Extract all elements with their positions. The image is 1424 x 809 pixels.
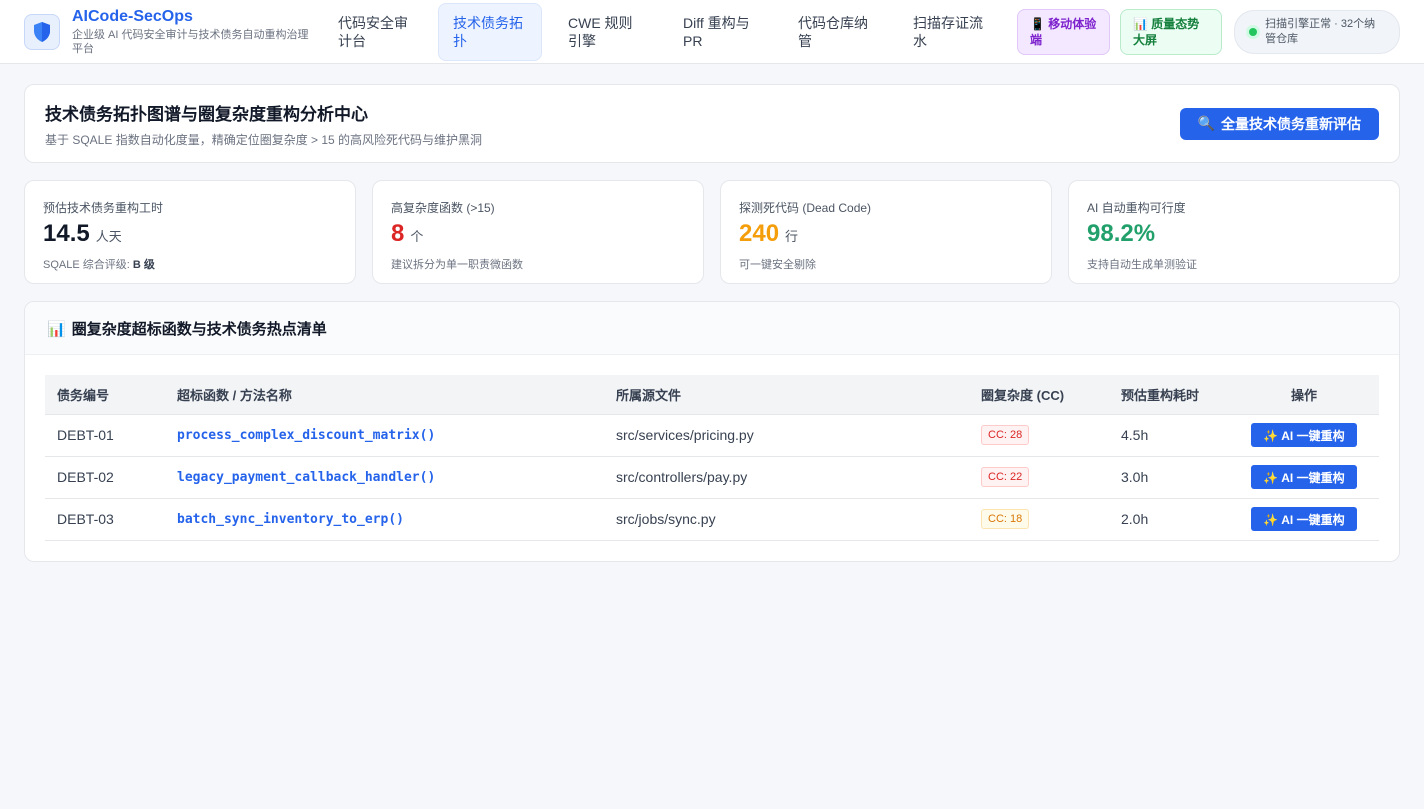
status-dot-icon bbox=[1249, 27, 1258, 36]
stat-card-dead-code: 探测死代码 (Dead Code) 240 行 可一键安全剔除 bbox=[720, 180, 1052, 284]
table-row: DEBT-03 batch_sync_inventory_to_erp() sr… bbox=[45, 498, 1379, 541]
col-debt-id: 债务编号 bbox=[45, 375, 165, 415]
stat-value: 98.2% bbox=[1087, 220, 1156, 247]
re-evaluate-debt-button[interactable]: 🔍 全量技术债务重新评估 bbox=[1179, 107, 1379, 140]
cc-badge: CC: 28 bbox=[981, 425, 1030, 445]
stat-note-text: SQALE 综合评级: bbox=[43, 259, 133, 271]
ai-refactor-button[interactable]: ✨ AI 一键重构 bbox=[1251, 423, 1357, 447]
estimated-time: 3.0h bbox=[1109, 456, 1229, 499]
stat-card-refactor-effort: 预估技术债务重构工时 14.5 人天 SQALE 综合评级: B 级 bbox=[24, 180, 356, 284]
stat-unit: 人天 bbox=[95, 229, 122, 244]
col-estimated-time: 预估重构耗时 bbox=[1109, 375, 1229, 415]
debt-id: DEBT-03 bbox=[45, 498, 165, 541]
table-row: DEBT-02 legacy_payment_callback_handler(… bbox=[45, 456, 1379, 499]
top-navbar: AICode-SecOps 企业级 AI 代码安全审计与技术债务自动重构治理平台… bbox=[0, 0, 1424, 64]
page-title: 技术债务拓扑图谱与圈复杂度重构分析中心 bbox=[45, 104, 368, 124]
nav-item-repositories[interactable]: 代码仓库纳管 bbox=[783, 3, 887, 61]
panel-header: 📊 圈复杂度超标函数与技术债务热点清单 bbox=[25, 302, 1399, 355]
nav-item-scan-evidence[interactable]: 扫描存证流水 bbox=[898, 3, 1002, 61]
panel-title: 📊 圈复杂度超标函数与技术债务热点清单 bbox=[47, 318, 327, 339]
nav-item-diff-pr[interactable]: Diff 重构与 PR bbox=[668, 3, 772, 61]
main-content: 技术债务拓扑图谱与圈复杂度重构分析中心 基于 SQALE 指数自动化度量，精确定… bbox=[0, 64, 1424, 582]
stat-label: 探测死代码 (Dead Code) bbox=[739, 201, 872, 215]
table-header-row: 债务编号 超标函数 / 方法名称 所属源文件 圈复杂度 (CC) 预估重构耗时 … bbox=[45, 375, 1379, 415]
source-file: src/jobs/sync.py bbox=[604, 498, 969, 541]
ai-refactor-button[interactable]: ✨ AI 一键重构 bbox=[1251, 465, 1357, 489]
chart-icon: 📊 bbox=[47, 320, 66, 338]
stat-value: 8 bbox=[391, 220, 405, 247]
engine-status-text: 扫描引擎正常 · 32个纳管仓库 bbox=[1265, 17, 1376, 45]
function-name-link[interactable]: process_complex_discount_matrix() bbox=[165, 414, 604, 457]
main-nav: 代码安全审计台 技术债务拓扑 CWE 规则引擎 Diff 重构与 PR 代码仓库… bbox=[323, 2, 1013, 61]
estimated-time: 2.0h bbox=[1109, 498, 1229, 541]
quality-dashboard-button[interactable]: 📊 质量态势大屏 bbox=[1120, 8, 1223, 55]
stat-card-ai-feasibility: AI 自动重构可行度 98.2% 支持自动生成单测验证 bbox=[1068, 180, 1400, 284]
function-name-link[interactable]: batch_sync_inventory_to_erp() bbox=[165, 498, 604, 541]
estimated-time: 4.5h bbox=[1109, 414, 1229, 457]
search-icon: 🔍 bbox=[1197, 115, 1215, 131]
brand[interactable]: AICode-SecOps 企业级 AI 代码安全审计与技术债务自动重构治理平台 bbox=[24, 8, 312, 56]
col-cyclomatic-complexity: 圈复杂度 (CC) bbox=[969, 375, 1109, 415]
stat-label: 高复杂度函数 (>15) bbox=[391, 201, 495, 215]
stat-label: AI 自动重构可行度 bbox=[1087, 201, 1186, 215]
function-name-link[interactable]: legacy_payment_callback_handler() bbox=[165, 456, 604, 499]
debt-id: DEBT-02 bbox=[45, 456, 165, 499]
stats-row: 预估技术债务重构工时 14.5 人天 SQALE 综合评级: B 级 高复杂度函… bbox=[24, 180, 1400, 284]
col-function-name: 超标函数 / 方法名称 bbox=[165, 375, 604, 415]
stat-note: 建议拆分为单一职责微函数 bbox=[391, 259, 523, 271]
ai-refactor-button[interactable]: ✨ AI 一键重构 bbox=[1251, 507, 1357, 531]
brand-name: AICode-SecOps bbox=[72, 7, 193, 25]
nav-item-tech-debt[interactable]: 技术债务拓扑 bbox=[438, 2, 542, 61]
nav-item-cwe-rules[interactable]: CWE 规则引擎 bbox=[553, 3, 657, 61]
sqale-grade: B 级 bbox=[132, 259, 155, 271]
debt-table: 债务编号 超标函数 / 方法名称 所属源文件 圈复杂度 (CC) 预估重构耗时 … bbox=[45, 375, 1379, 541]
engine-status-badge: 扫描引擎正常 · 32个纳管仓库 bbox=[1234, 9, 1400, 54]
stat-note: 可一键安全剔除 bbox=[739, 259, 816, 271]
debt-id: DEBT-01 bbox=[45, 414, 165, 457]
source-file: src/controllers/pay.py bbox=[604, 456, 969, 499]
stat-value: 240 bbox=[739, 220, 780, 247]
stat-value: 14.5 bbox=[43, 220, 90, 247]
stat-unit: 个 bbox=[410, 229, 424, 244]
page-subtitle: 基于 SQALE 指数自动化度量，精确定位圈复杂度 > 15 的高风险死代码与维… bbox=[45, 132, 483, 147]
re-evaluate-debt-label: 全量技术债务重新评估 bbox=[1221, 115, 1361, 132]
source-file: src/services/pricing.py bbox=[604, 414, 969, 457]
col-actions: 操作 bbox=[1229, 375, 1379, 415]
nav-item-security-audit[interactable]: 代码安全审计台 bbox=[323, 3, 427, 61]
stat-label: 预估技术债务重构工时 bbox=[43, 201, 164, 215]
stat-unit: 行 bbox=[785, 229, 799, 244]
col-source-file: 所属源文件 bbox=[604, 375, 969, 415]
brand-subtitle: 企业级 AI 代码安全审计与技术债务自动重构治理平台 bbox=[72, 28, 309, 55]
stat-note: SQALE 综合评级: B 级 bbox=[43, 256, 337, 272]
table-row: DEBT-01 process_complex_discount_matrix(… bbox=[45, 414, 1379, 457]
mobile-experience-button[interactable]: 📱 移动体验端 bbox=[1017, 8, 1111, 55]
debt-hotspot-panel: 📊 圈复杂度超标函数与技术债务热点清单 债务编号 超标函数 / 方法名称 所属源文… bbox=[24, 301, 1400, 562]
stat-note: 支持自动生成单测验证 bbox=[1087, 259, 1197, 271]
cc-badge: CC: 18 bbox=[981, 509, 1030, 529]
panel-title-text: 圈复杂度超标函数与技术债务热点清单 bbox=[71, 320, 327, 338]
stat-card-high-complexity: 高复杂度函数 (>15) 8 个 建议拆分为单一职责微函数 bbox=[372, 180, 704, 284]
cc-badge: CC: 22 bbox=[981, 467, 1030, 487]
shield-logo-icon bbox=[24, 13, 60, 50]
hero-panel: 技术债务拓扑图谱与圈复杂度重构分析中心 基于 SQALE 指数自动化度量，精确定… bbox=[24, 84, 1400, 163]
